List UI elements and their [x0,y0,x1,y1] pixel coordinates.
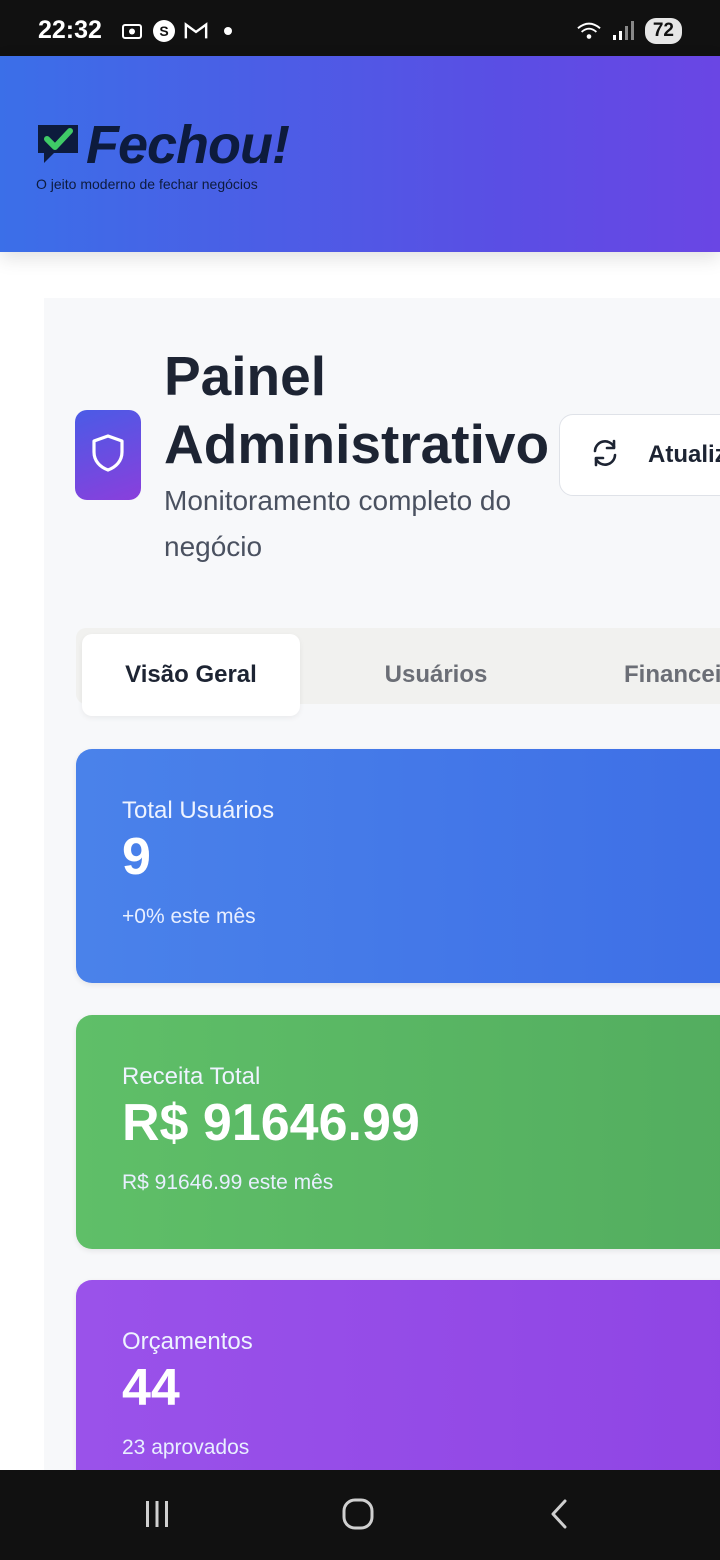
status-left-icons: S [120,19,240,43]
card-subtext: R$ 91646.99 este mês [122,1171,334,1194]
refresh-icon [590,438,620,473]
stat-card-total-revenue[interactable]: Receita Total R$ 91646.99 R$ 91646.99 es… [76,1015,720,1249]
card-label: Orçamentos [122,1328,253,1355]
shield-icon [90,433,126,478]
recents-icon[interactable] [137,1494,177,1534]
card-value: R$ 91646.99 [122,1094,420,1152]
card-label: Total Usuários [122,797,275,824]
dot-icon [216,19,240,43]
stat-card-quotes[interactable]: Orçamentos 44 23 aprovados [76,1280,720,1470]
status-right-icons: 72 [577,18,682,44]
brand-tagline: O jeito moderno de fechar negócios [36,176,258,192]
card-subtext: 23 aprovados [122,1436,250,1459]
s-app-icon: S [152,19,176,43]
refresh-label: Atualiz [648,441,720,468]
refresh-button[interactable]: Atualiz [559,414,720,496]
tab-financeiro[interactable]: Financei [624,634,720,716]
gmail-icon [184,19,208,43]
tab-usuarios[interactable]: Usuários [346,634,526,716]
back-icon[interactable] [540,1494,580,1534]
system-nav-bar [0,1470,720,1560]
brand-name: Fechou! [86,115,290,175]
card-label: Receita Total [122,1063,261,1090]
check-bubble-icon [34,119,82,172]
signal-icon [611,19,635,43]
admin-panel: Painel Administrativo Monitoramento comp… [44,298,720,1470]
tab-visao-geral[interactable]: Visão Geral [82,634,300,716]
svg-text:S: S [159,23,168,39]
card-value: 9 [122,828,151,886]
wifi-icon [577,19,601,43]
app-header: Fechou! O jeito moderno de fechar negóci… [0,56,720,252]
stat-card-total-users[interactable]: Total Usuários 9 +0% este mês [76,749,720,983]
page-subtitle: Monitoramento completo do negócio [164,485,512,562]
status-time: 22:32 [38,16,102,44]
card-value: 44 [122,1359,180,1417]
battery-indicator: 72 [644,18,682,44]
page-title: Painel Administrativo [164,345,550,475]
admin-badge [75,410,141,500]
tab-bar: Visão Geral Usuários Financei [76,628,720,716]
home-icon[interactable] [338,1494,378,1534]
status-bar: 22:32 S 72 [0,0,720,56]
screenshot-icon [120,19,144,43]
brand-logo[interactable]: Fechou! O jeito moderno de fechar negóci… [34,115,290,192]
card-subtext: +0% este mês [122,905,256,928]
